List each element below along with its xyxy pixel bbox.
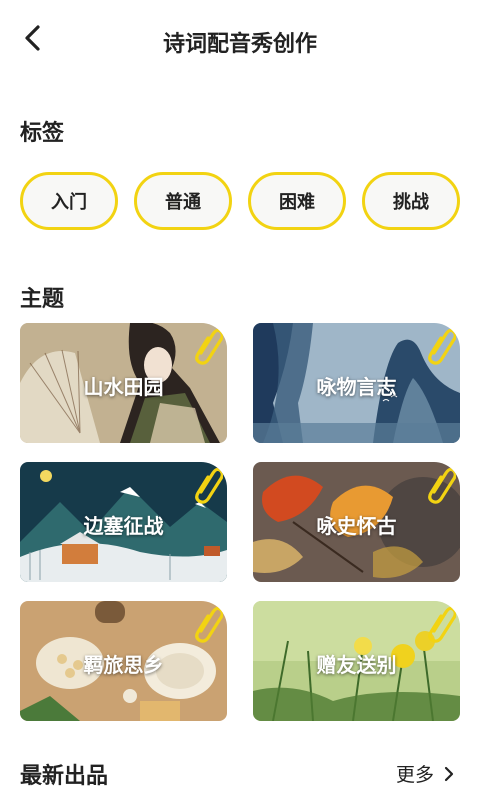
topic-card-homesick[interactable]: 羁旅思乡 <box>20 601 227 721</box>
topic-label: 边塞征战 <box>83 514 164 538</box>
topic-label: 羁旅思乡 <box>83 653 164 677</box>
topic-card-farewell[interactable]: 赠友送别 <box>253 601 460 721</box>
header: 诗词配音秀创作 <box>0 0 480 78</box>
tags-section-title: 标签 <box>20 121 65 146</box>
paperclip-icon <box>195 467 223 504</box>
topic-label: 咏物言志 <box>316 375 397 399</box>
paperclip-icon <box>195 606 223 643</box>
paperclip-icon <box>428 467 456 504</box>
page-title: 诗词配音秀创作 <box>162 32 317 57</box>
topic-card-objects[interactable]: 咏物言志 <box>253 323 460 443</box>
tag-hard[interactable]: 困难 <box>248 172 346 230</box>
tag-list: 入门 普通 困难 挑战 <box>20 172 460 230</box>
tag-challenge[interactable]: 挑战 <box>362 172 460 230</box>
paperclip-icon <box>195 328 223 365</box>
topics-section-title: 主题 <box>20 287 65 312</box>
paperclip-icon <box>428 606 456 643</box>
tag-normal[interactable]: 普通 <box>134 172 232 230</box>
topic-card-frontier[interactable]: 边塞征战 <box>20 462 227 582</box>
paperclip-icon <box>428 328 456 365</box>
topic-label: 咏史怀古 <box>316 514 397 538</box>
topic-card-landscape[interactable]: 山水田园 <box>20 323 227 443</box>
more-label: 更多 <box>395 764 434 786</box>
topic-label: 山水田园 <box>83 375 164 399</box>
latest-section-title: 最新出品 <box>20 764 109 789</box>
topic-label: 赠友送别 <box>316 653 397 677</box>
tag-beginner[interactable]: 入门 <box>20 172 118 230</box>
topic-card-history[interactable]: 咏史怀古 <box>253 462 460 582</box>
more-link[interactable]: 更多 <box>396 760 458 787</box>
chevron-right-icon <box>444 766 454 781</box>
